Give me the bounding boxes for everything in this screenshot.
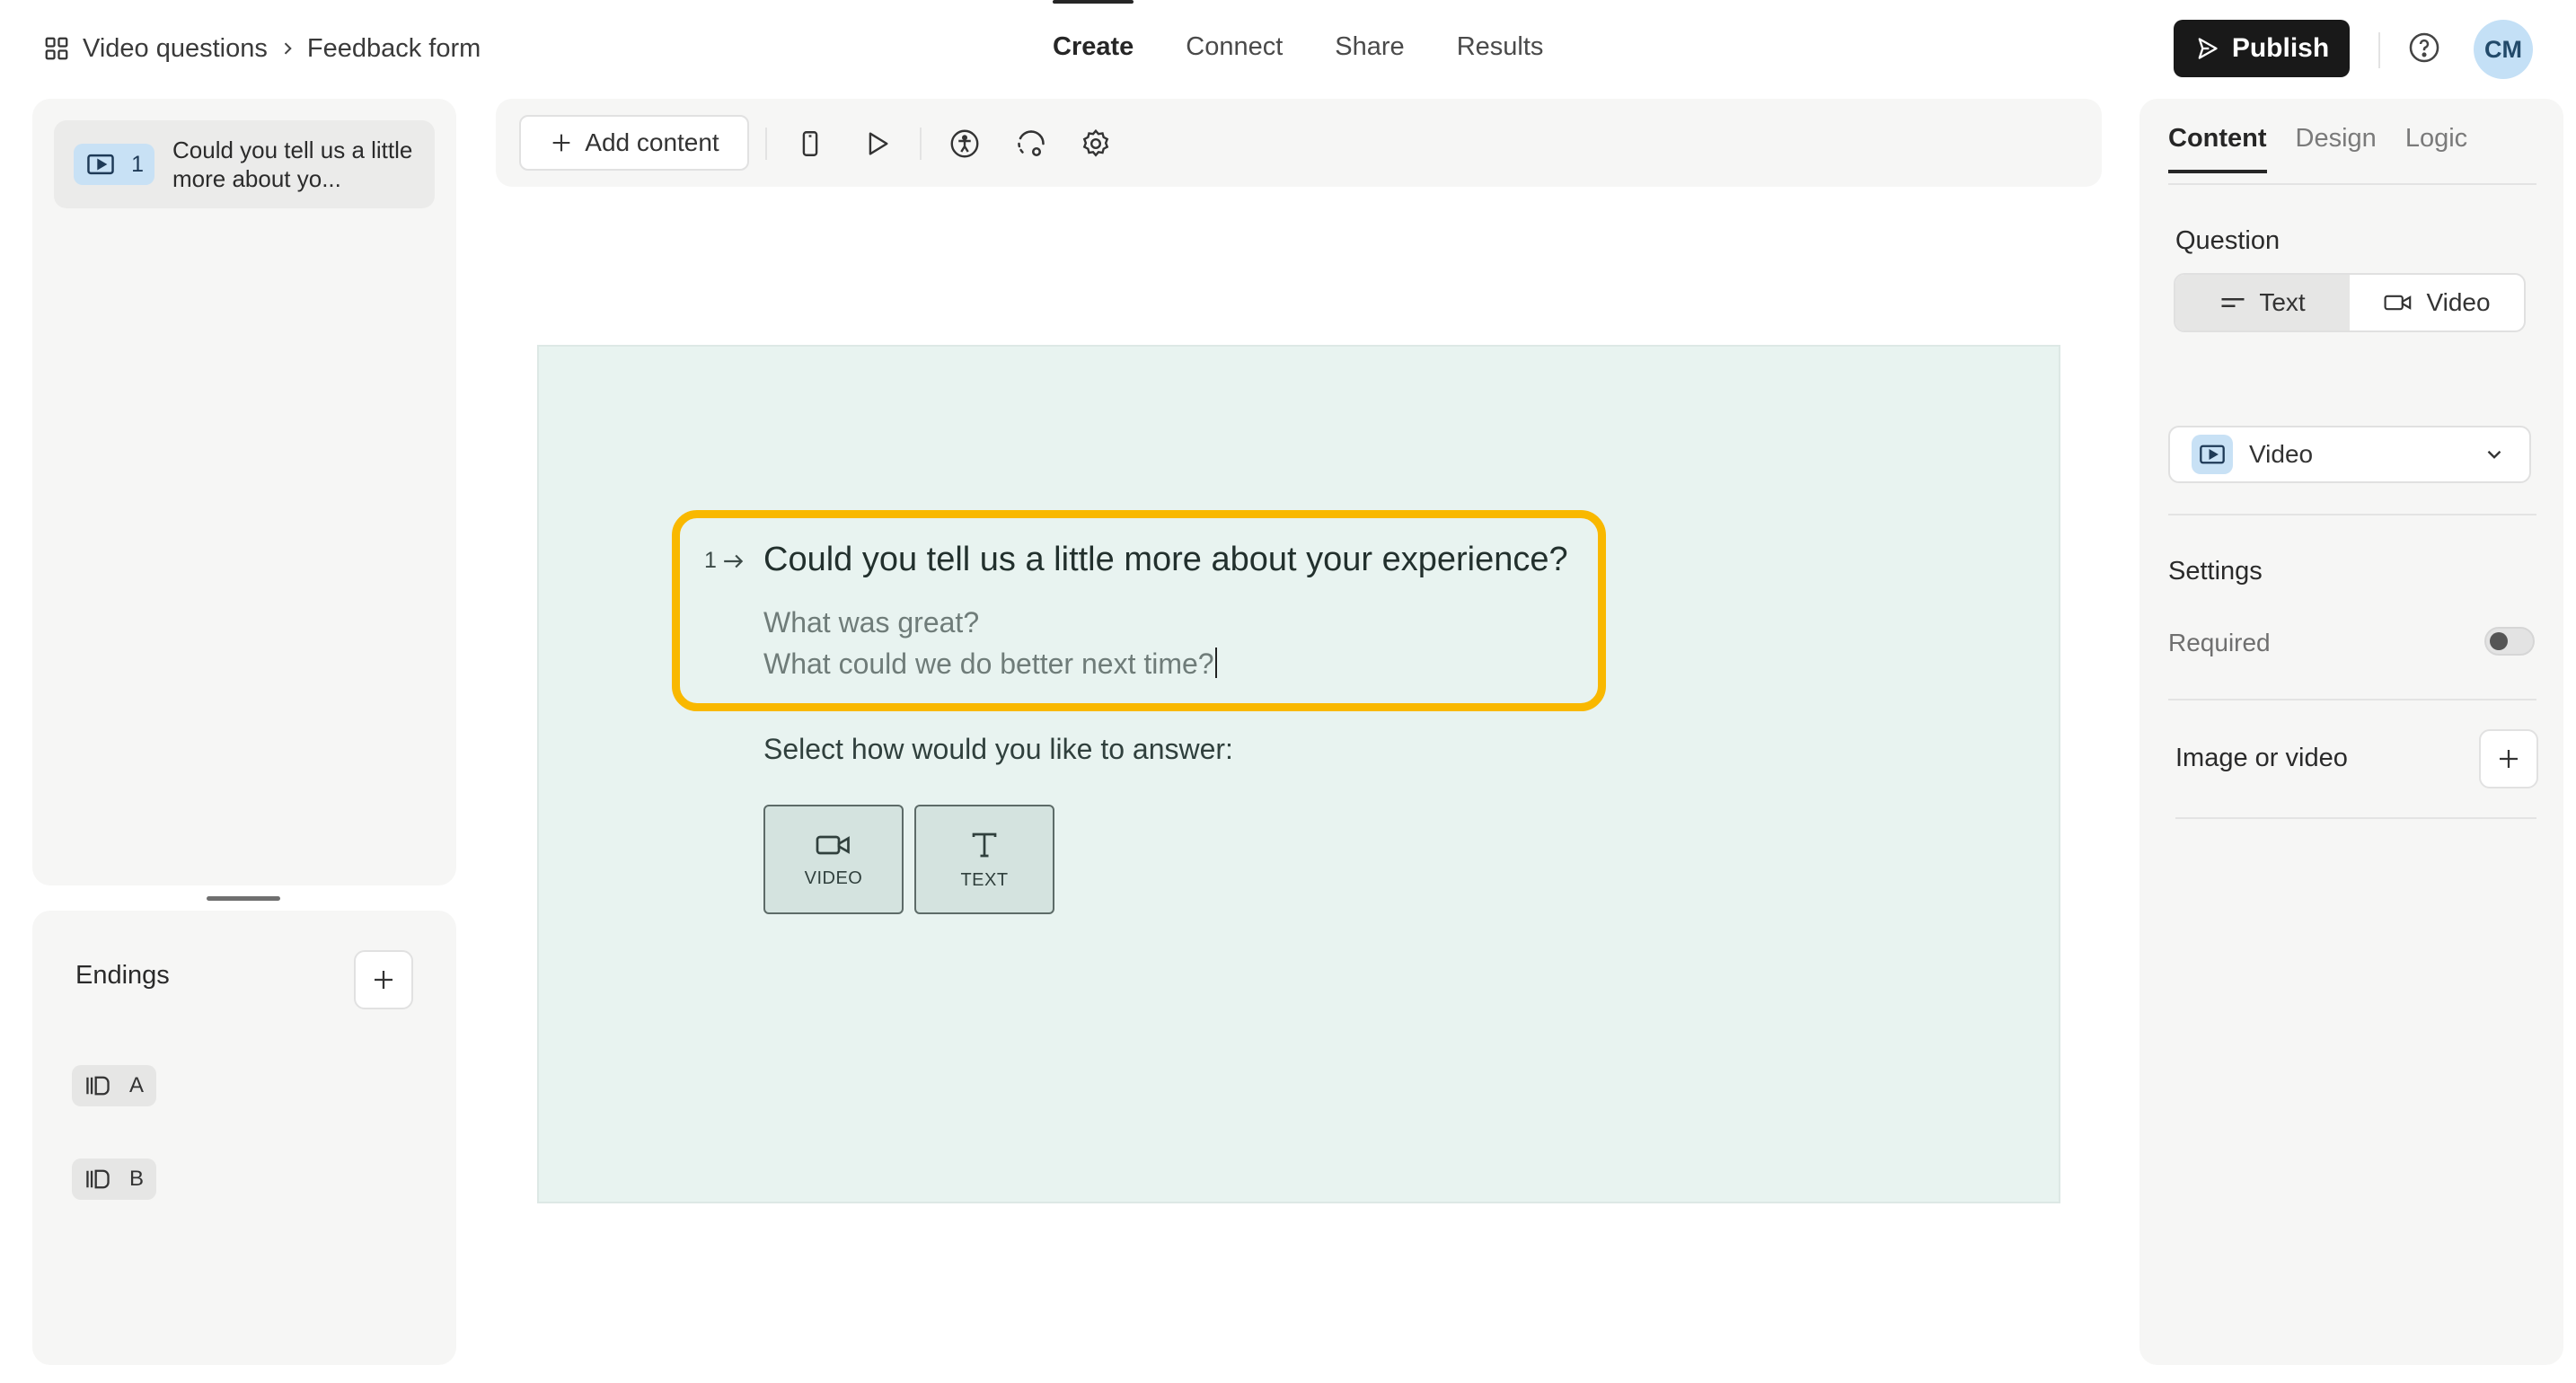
questions-panel [32, 99, 456, 885]
answer-select-prompt: Select how would you like to answer: [763, 733, 1233, 765]
ending-item[interactable]: B [72, 1158, 157, 1200]
question-list-item[interactable]: 1 Could you tell us a little more about … [54, 120, 435, 208]
toolbar-divider [765, 128, 767, 160]
question-type-text-option[interactable]: Text [2175, 275, 2350, 330]
answer-text-button[interactable]: TEXT [914, 805, 1054, 914]
question-type-text-label: Text [2259, 288, 2306, 316]
section-divider [2168, 699, 2536, 700]
send-icon [2194, 36, 2219, 61]
video-block-icon [86, 152, 115, 177]
image-or-video-label: Image or video [2175, 744, 2348, 772]
plus-icon [2495, 745, 2522, 772]
chevron-down-icon [2483, 443, 2506, 466]
answer-video-button[interactable]: VIDEO [763, 805, 904, 914]
arrow-right-icon [722, 551, 745, 571]
breadcrumb: Video questions Feedback form [43, 29, 481, 68]
resize-handle[interactable] [207, 896, 280, 901]
help-icon[interactable] [2407, 31, 2441, 65]
ending-icon [84, 1167, 111, 1192]
add-ending-button[interactable] [354, 950, 413, 1009]
add-content-label: Add content [585, 128, 719, 156]
description-line: What was great? [763, 606, 980, 639]
tabs-divider [2168, 183, 2536, 185]
settings-gear-icon[interactable] [1078, 126, 1114, 162]
answer-video-label: VIDEO [804, 868, 863, 888]
section-divider [2168, 514, 2536, 515]
tab-results[interactable]: Results [1457, 20, 1544, 75]
video-camera-icon [2383, 292, 2413, 313]
question-title: Could you tell us a little more about yo… [172, 137, 413, 192]
mobile-preview-icon[interactable] [792, 126, 828, 162]
breadcrumb-workspace[interactable]: Video questions [83, 34, 268, 64]
tab-create[interactable]: Create [1053, 0, 1134, 75]
add-media-button[interactable] [2479, 729, 2538, 788]
text-type-icon [968, 829, 1001, 861]
required-label: Required [2168, 629, 2271, 656]
breadcrumb-form[interactable]: Feedback form [307, 34, 481, 64]
question-number: 1 [131, 151, 144, 177]
block-type-label: Video [2249, 440, 2314, 468]
toolbar-divider [920, 128, 922, 160]
block-type-dropdown[interactable]: Video [2168, 426, 2531, 483]
video-block-icon [2192, 435, 2233, 474]
question-section-label: Question [2175, 226, 2280, 255]
description-line-with-caret: What could we do better next time? [763, 643, 1217, 684]
tab-content[interactable]: Content [2168, 124, 2267, 173]
theme-loader-icon[interactable] [1013, 126, 1049, 162]
endings-label: Endings [75, 961, 170, 990]
play-preview-icon[interactable] [859, 126, 895, 162]
required-toggle[interactable] [2484, 627, 2535, 656]
ending-label: B [129, 1167, 145, 1191]
ending-icon [84, 1073, 111, 1098]
publish-button[interactable]: Publish [2174, 20, 2350, 77]
plus-icon [549, 130, 574, 155]
accessibility-icon[interactable] [947, 126, 983, 162]
avatar[interactable]: CM [2474, 20, 2533, 79]
ending-item[interactable]: A [72, 1065, 157, 1106]
header-divider [2378, 32, 2380, 68]
question-index: 1 [704, 548, 745, 574]
settings-label: Settings [2168, 557, 2263, 586]
tab-design[interactable]: Design [2296, 124, 2377, 172]
publish-label: Publish [2231, 33, 2330, 63]
text-lines-icon [2219, 294, 2246, 312]
grid-icon[interactable] [43, 35, 70, 62]
properties-tabs: Content Design Logic [2168, 124, 2467, 173]
question-type-toggle: Text Video [2174, 273, 2526, 332]
tab-connect[interactable]: Connect [1186, 20, 1283, 75]
tab-logic[interactable]: Logic [2405, 124, 2467, 172]
question-title-input[interactable]: Could you tell us a little more about yo… [763, 541, 1568, 579]
tab-share[interactable]: Share [1335, 20, 1404, 75]
add-content-button[interactable]: Add content [519, 115, 749, 171]
text-caret [1214, 647, 1217, 678]
section-divider [2175, 817, 2536, 819]
video-camera-icon [815, 831, 852, 859]
main-nav: Create Connect Share Results [1053, 0, 1544, 75]
form-canvas [537, 345, 2060, 1203]
question-index-number: 1 [704, 548, 717, 573]
question-description[interactable]: What was great? What could we do better … [763, 602, 1217, 684]
toggle-knob [2490, 632, 2508, 650]
ending-label: A [129, 1073, 145, 1097]
plus-icon [370, 966, 397, 993]
question-badge: 1 [74, 144, 154, 185]
question-type-video-option[interactable]: Video [2350, 275, 2524, 330]
description-line: What could we do better next time? [763, 647, 1214, 680]
chevron-right-icon [278, 40, 296, 57]
question-type-video-label: Video [2426, 288, 2491, 316]
answer-text-label: TEXT [960, 869, 1009, 890]
